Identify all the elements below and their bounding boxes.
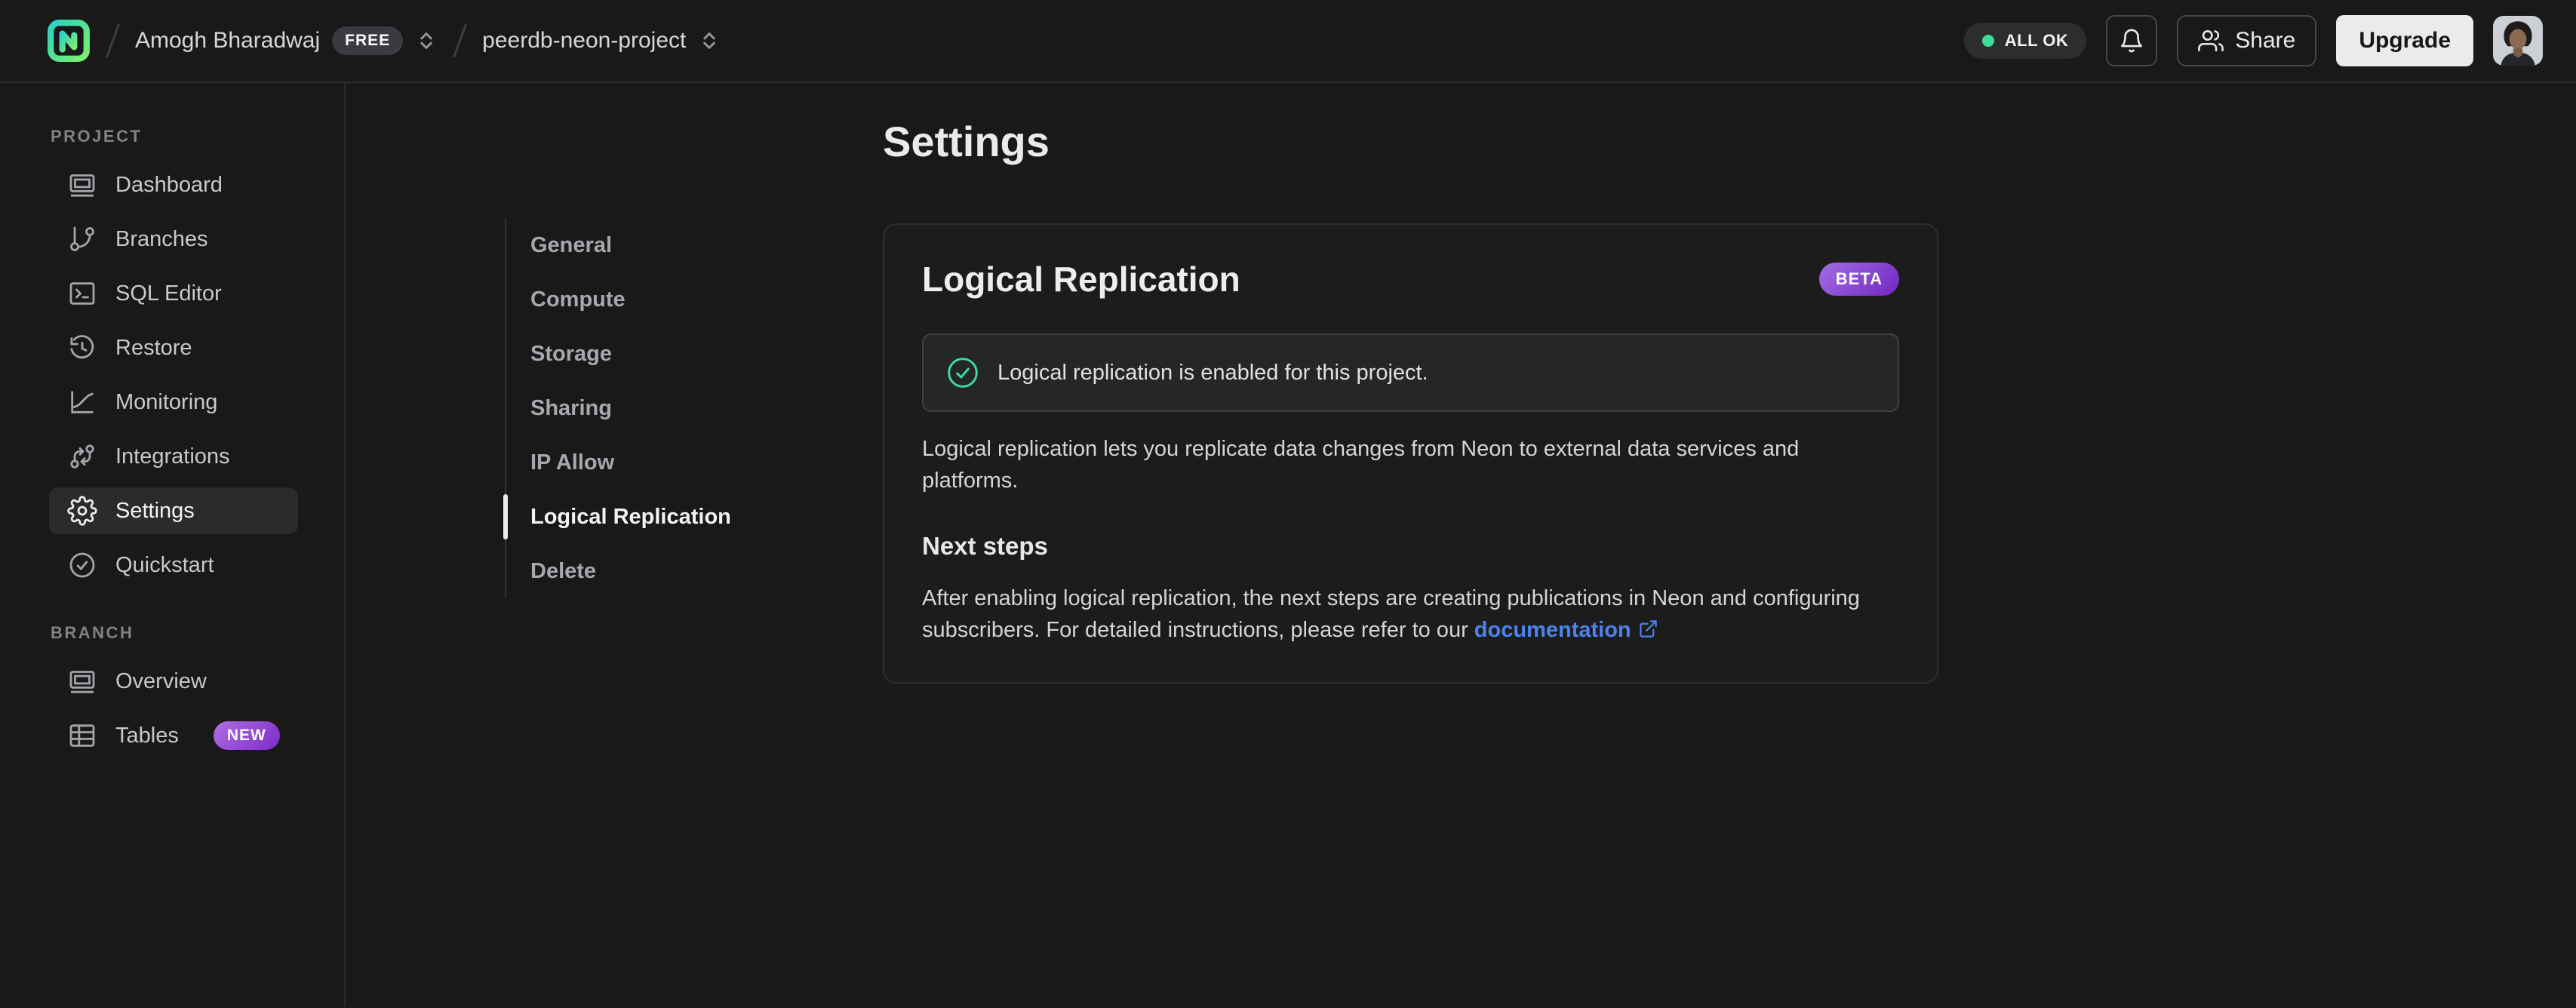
project-name: peerdb-neon-project	[482, 28, 687, 53]
upgrade-button[interactable]: Upgrade	[2336, 15, 2473, 66]
sidebar-item-label: Tables	[115, 723, 179, 748]
sidebar-item-sql-editor[interactable]: SQL Editor	[49, 270, 298, 317]
sidebar-item-monitoring[interactable]: Monitoring	[49, 379, 298, 426]
sidebar-item-settings[interactable]: Settings	[49, 487, 298, 534]
sidebar-item-label: Dashboard	[115, 172, 223, 197]
sidebar-item-label: Branches	[115, 226, 208, 251]
chevron-updown-icon	[420, 32, 432, 49]
notifications-button[interactable]	[2106, 15, 2158, 66]
subnav-item-general[interactable]: General	[506, 218, 731, 272]
history-icon	[70, 335, 94, 359]
sidebar-item-integrations[interactable]: Integrations	[49, 433, 298, 480]
sidebar-item-branches[interactable]: Branches	[49, 216, 298, 263]
next-steps-paragraph: After enabling logical replication, the …	[922, 582, 1899, 646]
subnav-item-delete[interactable]: Delete	[506, 544, 731, 598]
sidebar-item-label: Monitoring	[115, 389, 218, 414]
user-avatar[interactable]	[2493, 16, 2543, 66]
new-badge: NEW	[213, 721, 280, 750]
sidebar-item-label: SQL Editor	[115, 281, 222, 306]
status-badge[interactable]: ALL OK	[1963, 23, 2087, 59]
external-link-icon[interactable]	[1638, 619, 1658, 639]
dashboard-icon	[69, 174, 95, 197]
top-bar: Amogh Bharadwaj FREE peerdb-neon-project…	[0, 0, 2576, 83]
subnav-item-sharing[interactable]: Sharing	[506, 381, 731, 435]
chevron-updown-icon	[703, 32, 716, 49]
sidebar-item-quickstart[interactable]: Quickstart	[49, 542, 298, 589]
sidebar-item-label: Integrations	[115, 444, 230, 469]
next-steps-text: After enabling logical replication, the …	[922, 586, 1860, 642]
sidebar-item-label: Overview	[115, 668, 207, 693]
page-title: Settings	[883, 118, 1050, 165]
logical-replication-card: Logical Replication BETA Logical replica…	[883, 223, 1938, 684]
alert-text: Logical replication is enabled for this …	[998, 360, 1428, 385]
card-title: Logical Replication	[922, 260, 1240, 299]
sidebar-item-dashboard[interactable]: Dashboard	[49, 161, 298, 208]
sidebar-item-tables[interactable]: Tables NEW	[49, 712, 298, 759]
breadcrumb-account[interactable]: Amogh Bharadwaj FREE	[135, 26, 438, 55]
beta-badge: BETA	[1818, 263, 1899, 296]
check-circle-icon	[948, 358, 978, 388]
card-description: Logical replication lets you replicate d…	[922, 437, 1800, 493]
integrations-icon	[70, 444, 94, 469]
sidebar: PROJECT Dashboard Branches SQL Editor Re…	[0, 83, 346, 1006]
sidebar-section-project: PROJECT	[51, 127, 143, 146]
subnav-item-ip-allow[interactable]: IP Allow	[506, 435, 731, 490]
sidebar-item-label: Quickstart	[115, 552, 214, 577]
breadcrumb-project[interactable]: peerdb-neon-project	[482, 28, 721, 54]
breadcrumb-separator	[105, 23, 121, 59]
breadcrumb-separator	[453, 23, 468, 59]
subnav-item-compute[interactable]: Compute	[506, 272, 731, 327]
window-icon	[69, 671, 95, 693]
subnav-item-logical-replication[interactable]: Logical Replication	[503, 490, 731, 544]
sidebar-section-branch: BRANCH	[51, 623, 134, 642]
share-button[interactable]: Share	[2177, 15, 2317, 66]
neon-logo-icon[interactable]	[47, 19, 91, 63]
sidebar-item-label: Settings	[115, 498, 195, 523]
gear-icon	[67, 496, 97, 526]
share-label: Share	[2235, 28, 2296, 53]
plan-badge: FREE	[332, 26, 404, 55]
settings-subnav: General Compute Storage Sharing IP Allow…	[503, 218, 731, 598]
users-icon	[2198, 29, 2224, 52]
bell-icon	[2121, 29, 2143, 53]
status-dot-icon	[1981, 35, 1994, 47]
sidebar-item-restore[interactable]: Restore	[49, 324, 298, 371]
account-name: Amogh Bharadwaj	[135, 28, 321, 53]
check-circle-icon	[69, 552, 95, 578]
sidebar-item-overview[interactable]: Overview	[49, 658, 298, 705]
terminal-icon	[69, 282, 95, 305]
git-branch-icon	[70, 226, 94, 251]
subnav-item-storage[interactable]: Storage	[506, 327, 731, 381]
success-alert: Logical replication is enabled for this …	[922, 333, 1899, 412]
status-text: ALL OK	[2004, 31, 2069, 50]
sidebar-item-label: Restore	[115, 335, 192, 360]
table-icon	[69, 724, 95, 747]
documentation-link[interactable]: documentation	[1474, 618, 1631, 642]
next-steps-title: Next steps	[922, 532, 1048, 560]
chart-line-icon	[71, 391, 94, 413]
